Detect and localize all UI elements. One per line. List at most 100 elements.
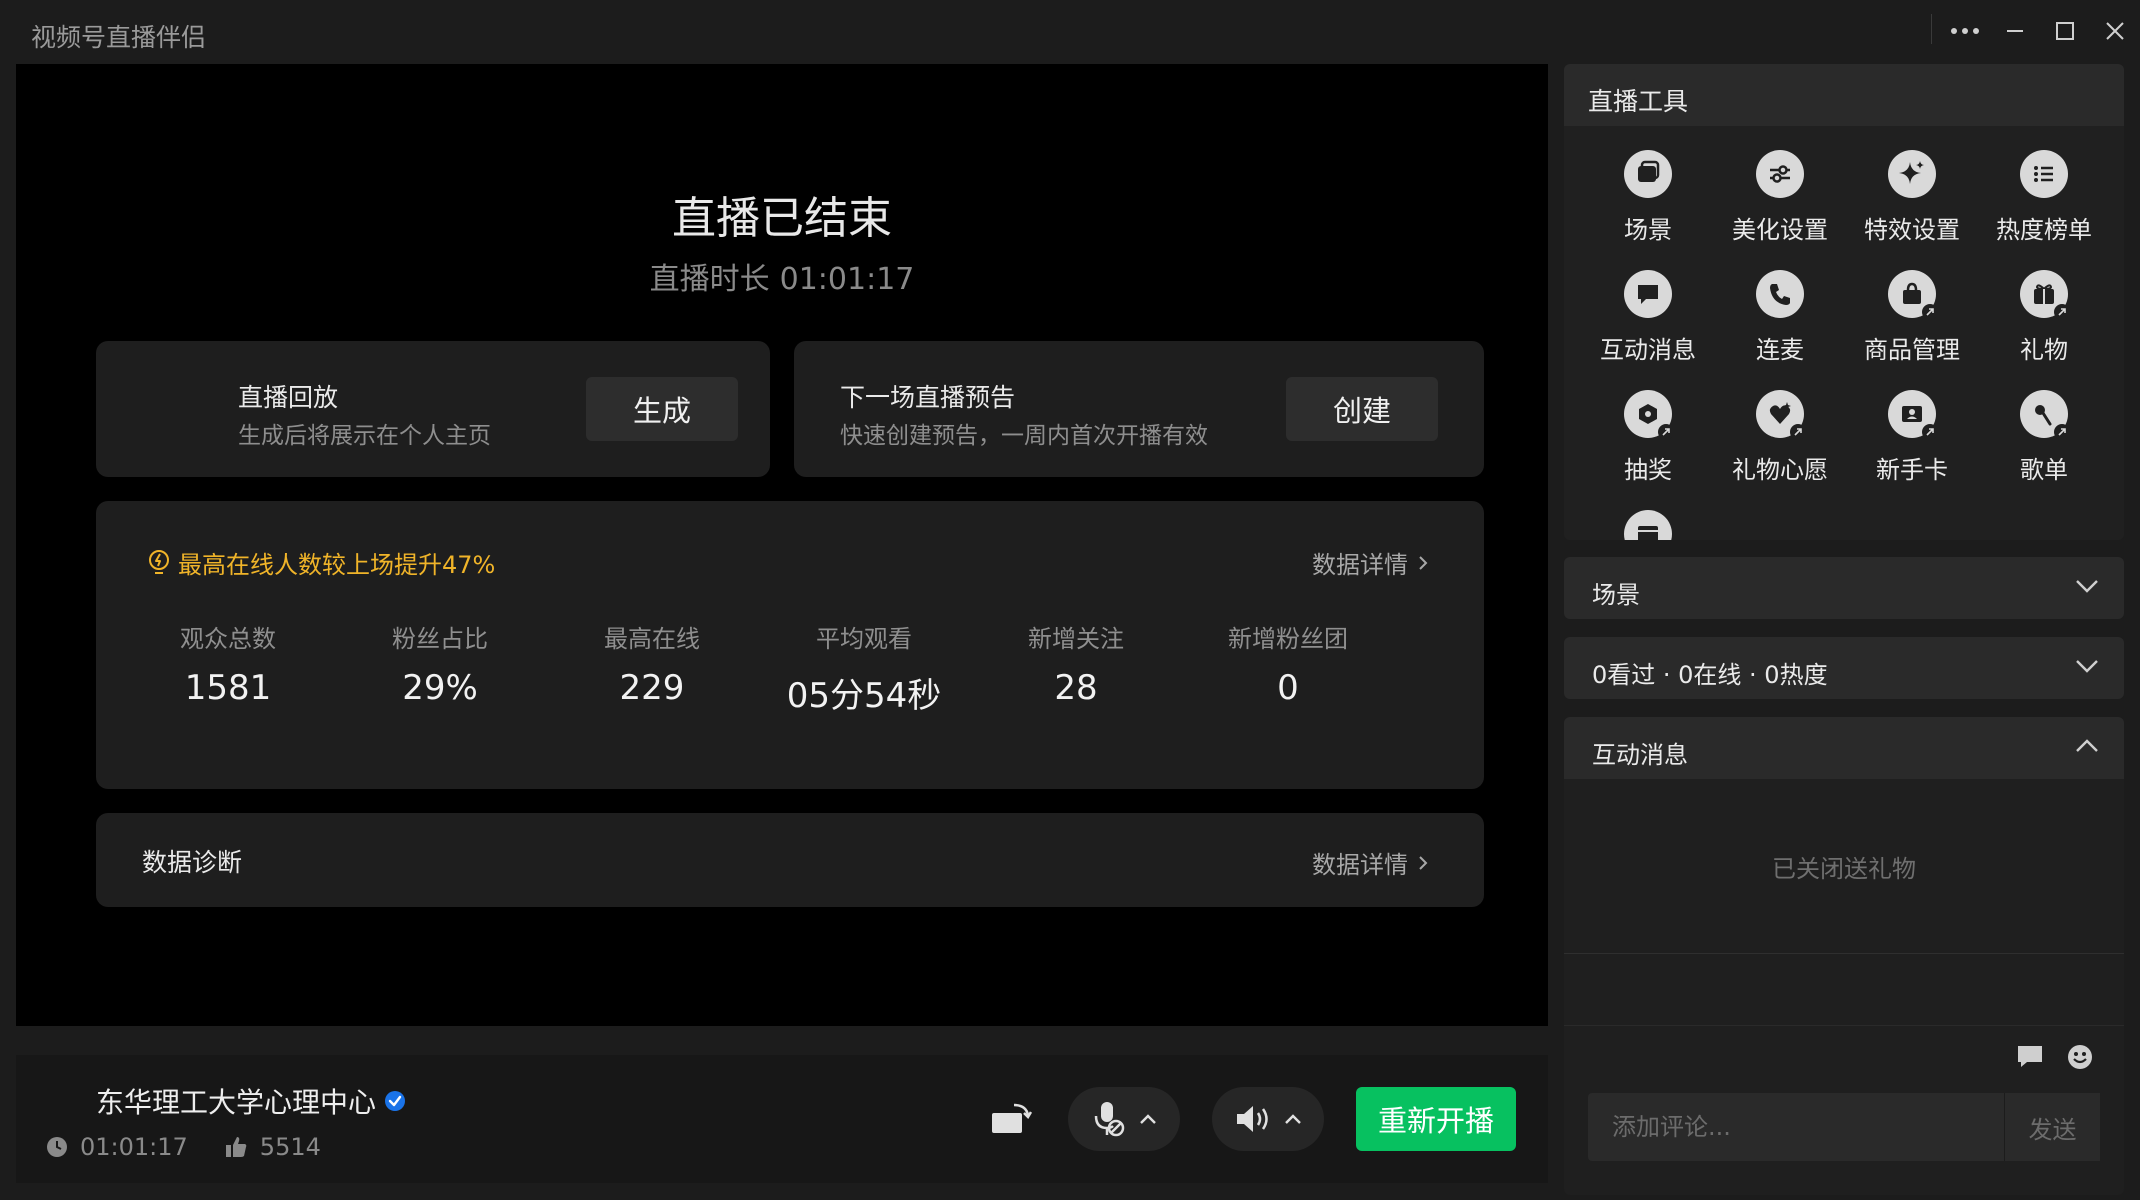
- app-title: 视频号直播伴侣: [31, 23, 207, 52]
- tool-scene[interactable]: 场景: [1582, 150, 1714, 245]
- divider: [1564, 1025, 2124, 1026]
- stats-card: 最高在线人数较上场提升47% 数据详情 观众总数 1581 粉丝占比 29% 最…: [96, 501, 1484, 789]
- scene-section-title: 场景: [1592, 581, 1640, 609]
- restart-live-button[interactable]: 重新开播: [1356, 1087, 1516, 1151]
- chat-icon: [1624, 270, 1672, 318]
- tool-more-partial[interactable]: [1582, 510, 1714, 540]
- stats-highlight: 最高在线人数较上场提升47%: [146, 545, 495, 580]
- tool-label: 美化设置: [1732, 216, 1828, 244]
- gift-icon: [2020, 270, 2070, 320]
- tool-gift-wish[interactable]: 礼物心愿: [1714, 390, 1846, 485]
- preview-title: 下一场直播预告: [840, 383, 1016, 412]
- stat-avg-watch: 平均观看 05分54秒: [774, 619, 954, 717]
- list-icon: [2020, 150, 2068, 198]
- stat-peak-online: 最高在线 229: [562, 619, 742, 708]
- verified-badge-icon: [385, 1091, 406, 1111]
- gift-disabled-notice: 已关闭送礼物: [1772, 855, 1916, 883]
- microphone-control: [1068, 1087, 1180, 1151]
- live-ended-stage: 直播已结束 直播时长 01:01:17 直播回放 生成后将展示在个人主页 生成 下…: [16, 64, 1548, 1026]
- replay-title: 直播回放: [238, 383, 339, 412]
- tool-beauty[interactable]: 美化设置: [1714, 150, 1846, 245]
- newbie-card-icon: [1888, 390, 1938, 440]
- stats-row: 观众总数 1581 粉丝占比 29% 最高在线 229 平均观看 05分54秒 …: [96, 619, 1484, 719]
- more-icon[interactable]: [1944, 10, 1986, 52]
- diagnosis-title: 数据诊断: [142, 848, 243, 877]
- tool-playlist[interactable]: 歌单: [1978, 390, 2110, 485]
- comment-box: 发送: [1588, 1093, 2100, 1161]
- comment-input[interactable]: [1588, 1093, 2004, 1161]
- external-link-icon: [1922, 424, 1938, 440]
- maximize-icon[interactable]: [2044, 10, 2086, 52]
- live-meta-row: 01:01:17 5514: [46, 1133, 321, 1161]
- tool-label: 抽奖: [1624, 456, 1672, 484]
- generate-replay-button[interactable]: 生成: [586, 377, 738, 441]
- titlebar-separator: [1931, 14, 1932, 44]
- stat-value: 28: [1054, 668, 1098, 708]
- tool-label: 礼物心愿: [1732, 456, 1828, 484]
- create-preview-button[interactable]: 创建: [1286, 377, 1438, 441]
- duration-value: 01:01:17: [779, 262, 915, 297]
- chevron-up-icon[interactable]: [1139, 1113, 1157, 1125]
- stat-value: 0: [1277, 668, 1299, 708]
- clock-icon: [47, 1137, 67, 1157]
- chevron-right-icon: [1419, 855, 1428, 870]
- replay-card: 直播回放 生成后将展示在个人主页 生成: [96, 341, 770, 477]
- interact-messages-header[interactable]: 互动消息: [1564, 717, 2124, 779]
- tool-co-host[interactable]: 连麦: [1714, 270, 1846, 365]
- preview-subtitle: 快速创建预告，一周内首次开播有效: [840, 423, 1208, 449]
- close-icon[interactable]: [2094, 10, 2136, 52]
- lightbulb-icon: [149, 549, 169, 574]
- chevron-up-icon: [2076, 739, 2098, 752]
- interact-messages-title: 互动消息: [1592, 741, 1688, 769]
- chevron-down-icon: [2076, 660, 2098, 673]
- replay-subtitle: 生成后将展示在个人主页: [238, 423, 491, 449]
- stats-detail-link[interactable]: 数据详情: [1312, 545, 1428, 580]
- rotate-screen-icon[interactable]: [986, 1097, 1036, 1141]
- stat-value: 29%: [402, 668, 478, 708]
- scene-icon: [1624, 150, 1672, 198]
- phone-icon: [1756, 270, 1804, 318]
- shopping-bag-icon: [1888, 270, 1938, 320]
- message-tools: [2016, 1043, 2094, 1071]
- tool-effects[interactable]: 特效设置: [1846, 150, 1978, 245]
- chevron-down-icon: [2076, 580, 2098, 593]
- live-tools-panel: 直播工具 场景 美化设置 特效设置 热度榜单 互动消息 连麦 商品管理 礼物 抽…: [1564, 64, 2124, 540]
- stat-label: 粉丝占比: [392, 625, 488, 653]
- tool-gift[interactable]: 礼物: [1978, 270, 2110, 365]
- stat-label: 平均观看: [816, 625, 912, 653]
- stats-detail-label: 数据详情: [1312, 551, 1408, 579]
- highlight-text: 最高在线人数较上场提升47%: [178, 551, 496, 579]
- diagnosis-detail-link[interactable]: 数据详情: [1312, 845, 1428, 880]
- tool-hot-list[interactable]: 热度榜单: [1978, 150, 2110, 245]
- speaker-icon[interactable]: [1235, 1104, 1271, 1134]
- message-bubble-icon[interactable]: [2016, 1043, 2044, 1069]
- audience-summary-header[interactable]: 0看过 · 0在线 · 0热度: [1564, 637, 2124, 699]
- divider: [1564, 953, 2124, 954]
- minimize-icon[interactable]: [1994, 10, 2036, 52]
- likes-count: 5514: [259, 1133, 321, 1161]
- live-duration: 直播时长 01:01:17: [16, 254, 1548, 298]
- scene-section-header[interactable]: 场景: [1564, 557, 2124, 619]
- tool-lottery[interactable]: 抽奖: [1582, 390, 1714, 485]
- tool-label: 礼物: [2020, 336, 2068, 364]
- chevron-up-icon[interactable]: [1284, 1113, 1302, 1125]
- stat-new-follows: 新增关注 28: [986, 619, 1166, 708]
- sparkle-icon: [1888, 150, 1936, 198]
- tool-label: 互动消息: [1600, 336, 1696, 364]
- emoji-icon[interactable]: [2066, 1043, 2094, 1071]
- external-link-icon: [2054, 304, 2070, 320]
- tool-label: 连麦: [1756, 336, 1804, 364]
- stat-fan-ratio: 粉丝占比 29%: [350, 619, 530, 708]
- tool-newbie-card[interactable]: 新手卡: [1846, 390, 1978, 485]
- live-ended-title: 直播已结束: [672, 193, 892, 244]
- tool-product-management[interactable]: 商品管理: [1846, 270, 1978, 365]
- tool-label: 商品管理: [1864, 336, 1960, 364]
- tool-interact-messages[interactable]: 互动消息: [1582, 270, 1714, 365]
- lottery-icon: [1624, 390, 1674, 440]
- microphone-muted-icon[interactable]: [1091, 1100, 1125, 1138]
- stat-label: 新增粉丝团: [1228, 625, 1348, 653]
- stat-value: 05分54秒: [786, 676, 942, 716]
- send-comment-button[interactable]: 发送: [2004, 1093, 2100, 1161]
- stat-value: 229: [619, 668, 685, 708]
- music-note-icon: [2020, 390, 2070, 440]
